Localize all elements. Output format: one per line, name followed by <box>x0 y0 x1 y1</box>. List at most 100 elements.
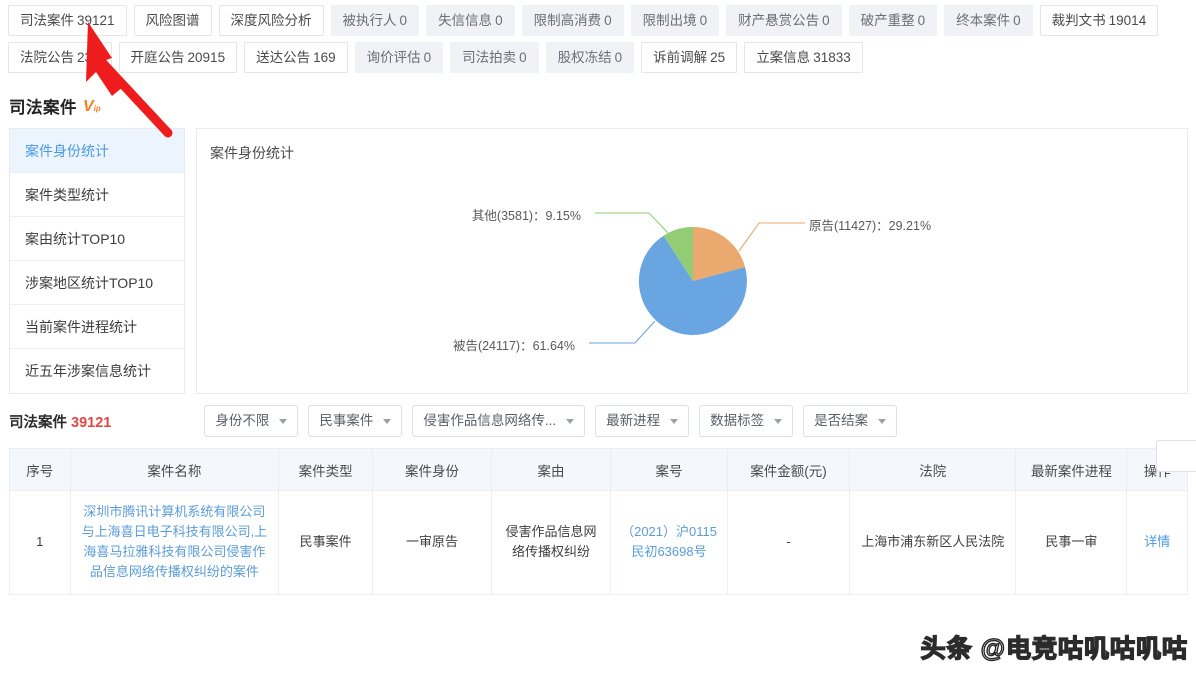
tab-tabs_row1-3[interactable]: 被执行人0 <box>331 5 420 36</box>
tab-label: 诉前调解 <box>653 50 707 65</box>
table-header-cell-4: 案由 <box>492 449 611 491</box>
tab-tabs_row2-2[interactable]: 送达公告169 <box>244 42 348 73</box>
filter-dropdown-label: 数据标签 <box>710 406 764 436</box>
stats-nav-item-3[interactable]: 涉案地区统计TOP10 <box>10 261 184 305</box>
filter-dropdown-5[interactable]: 是否结案 <box>803 405 897 437</box>
tab-tabs_row2-4[interactable]: 司法拍卖0 <box>450 42 539 73</box>
case-court: 上海市浦东新区人民法院 <box>861 534 1004 549</box>
page-title: 司法案件 <box>9 94 77 118</box>
tab-count: 0 <box>822 13 830 28</box>
tab-label: 开庭公告 <box>131 50 185 65</box>
case-number-link[interactable]: （2021）沪0115民初63698号 <box>621 524 717 559</box>
cell-case-identity: 一审原告 <box>373 491 492 595</box>
table-header-cell-6: 案件金额(元) <box>728 449 850 491</box>
cell-case-number-link[interactable]: （2021）沪0115民初63698号 <box>611 491 728 595</box>
tab-count: 25 <box>710 50 725 65</box>
tab-count: 0 <box>700 13 708 28</box>
vip-badge-icon: Vip <box>83 99 101 115</box>
tab-tabs_row2-3[interactable]: 询价评估0 <box>355 42 444 73</box>
tab-tabs_row2-1[interactable]: 开庭公告20915 <box>119 42 238 73</box>
page-root: 司法案件39121风险图谱深度风险分析被执行人0失信信息0限制高消费0限制出境0… <box>0 0 1196 673</box>
chevron-down-icon <box>279 419 287 424</box>
tab-tabs_row1-1[interactable]: 风险图谱 <box>134 5 212 36</box>
tab-count: 169 <box>313 50 336 65</box>
filter-dropdown-label: 身份不限 <box>215 406 269 436</box>
case-progress: 民事一审 <box>1045 534 1097 549</box>
case-identity: 一审原告 <box>406 534 458 549</box>
cell-case-progress: 民事一审 <box>1016 491 1127 595</box>
detail-link[interactable]: 详情 <box>1144 534 1170 549</box>
leader-line-other <box>595 213 668 233</box>
cell-row-index: 1 <box>10 491 71 595</box>
filter-dropdown-label: 最新进程 <box>606 406 660 436</box>
tab-tabs_row2-5[interactable]: 股权冻结0 <box>546 42 635 73</box>
tab-label: 限制出境 <box>643 13 697 28</box>
tab-count: 20915 <box>188 50 226 65</box>
tab-label: 终本案件 <box>956 13 1010 28</box>
tab-label: 立案信息 <box>756 50 810 65</box>
table-header-cell-1: 案件名称 <box>70 449 279 491</box>
chevron-down-icon <box>878 419 886 424</box>
tab-count: 233 <box>77 50 100 65</box>
tab-tabs_row1-10[interactable]: 裁判文书19014 <box>1040 5 1159 36</box>
chevron-down-icon <box>383 419 391 424</box>
tab-label: 风险图谱 <box>146 13 200 28</box>
tab-tabs_row1-6[interactable]: 限制出境0 <box>631 5 720 36</box>
tab-label: 破产重整 <box>861 13 915 28</box>
tab-tabs_row1-0[interactable]: 司法案件39121 <box>8 5 127 36</box>
cell-case-amount: - <box>728 491 850 595</box>
tab-tabs_row1-5[interactable]: 限制高消费0 <box>522 5 624 36</box>
tab-count: 0 <box>604 13 612 28</box>
tab-count: 31833 <box>813 50 851 65</box>
filter-dropdown-1[interactable]: 民事案件 <box>308 405 402 437</box>
tab-label: 深度风险分析 <box>231 13 312 28</box>
cell-case-court: 上海市浦东新区人民法院 <box>850 491 1016 595</box>
cell-case-name-link[interactable]: 深圳市腾讯计算机系统有限公司与上海喜日电子科技有限公司,上海喜马拉雅科技有限公司… <box>70 491 279 595</box>
case-table-container: 序号案件名称案件类型案件身份案由案号案件金额(元)法院最新案件进程操作 1深圳市… <box>0 448 1196 595</box>
tab-tabs_row1-9[interactable]: 终本案件0 <box>944 5 1033 36</box>
tab-tabs_row1-8[interactable]: 破产重整0 <box>849 5 938 36</box>
case-name-link[interactable]: 深圳市腾讯计算机系统有限公司与上海喜日电子科技有限公司,上海喜马拉雅科技有限公司… <box>82 504 268 579</box>
tab-tabs_row1-4[interactable]: 失信信息0 <box>426 5 515 36</box>
search-input-partial[interactable] <box>1156 440 1196 472</box>
tab-count: 19014 <box>1109 13 1147 28</box>
stats-nav-item-1[interactable]: 案件类型统计 <box>10 173 184 217</box>
case-table: 序号案件名称案件类型案件身份案由案号案件金额(元)法院最新案件进程操作 1深圳市… <box>9 448 1188 595</box>
stats-nav-item-4[interactable]: 当前案件进程统计 <box>10 305 184 349</box>
filter-dropdown-3[interactable]: 最新进程 <box>595 405 689 437</box>
section-header: 司法案件 Vip <box>0 78 1196 128</box>
statistics-section: 案件身份统计案件类型统计案由统计TOP10涉案地区统计TOP10当前案件进程统计… <box>9 128 1188 394</box>
pie-label-other: 其他(3581)：9.15% <box>472 205 581 224</box>
statistics-nav-list: 案件身份统计案件类型统计案由统计TOP10涉案地区统计TOP10当前案件进程统计… <box>9 128 185 394</box>
stats-nav-item-0[interactable]: 案件身份统计 <box>10 129 184 173</box>
filter-heading: 司法案件39121 <box>9 411 111 432</box>
filter-dropdown-0[interactable]: 身份不限 <box>204 405 298 437</box>
cell-detail-link[interactable]: 详情 <box>1127 491 1188 595</box>
tab-count: 0 <box>1013 13 1021 28</box>
tab-label: 司法案件 <box>20 13 74 28</box>
tab-tabs_row2-0[interactable]: 法院公告233 <box>8 42 112 73</box>
cell-case-cause: 侵害作品信息网络传播权纠纷 <box>492 491 611 595</box>
stats-nav-item-5[interactable]: 近五年涉案信息统计 <box>10 349 184 393</box>
pie-label-plaintiff: 原告(11427)：29.21% <box>809 215 931 234</box>
tab-label: 法院公告 <box>20 50 74 65</box>
filter-dropdown-4[interactable]: 数据标签 <box>699 405 793 437</box>
filter-dropdown-2[interactable]: 侵害作品信息网络传... <box>412 405 585 437</box>
pie-chart-svg <box>197 163 1187 378</box>
tab-label: 询价评估 <box>367 50 421 65</box>
case-type: 民事案件 <box>300 534 352 549</box>
leader-line-defendant <box>589 321 655 343</box>
case-amount: - <box>786 534 790 549</box>
tab-row-primary: 司法案件39121风险图谱深度风险分析被执行人0失信信息0限制高消费0限制出境0… <box>8 4 1188 37</box>
tab-tabs_row2-6[interactable]: 诉前调解25 <box>641 42 737 73</box>
tab-label: 送达公告 <box>256 50 310 65</box>
table-header-cell-5: 案号 <box>611 449 728 491</box>
filter-dropdown-label: 侵害作品信息网络传... <box>423 406 556 436</box>
tab-tabs_row1-2[interactable]: 深度风险分析 <box>219 5 324 36</box>
pie-label-defendant: 被告(24117)：61.64% <box>453 335 575 354</box>
pie-chart: 其他(3581)：9.15% 原告(11427)：29.21% 被告(24117… <box>197 163 1187 378</box>
tab-tabs_row1-7[interactable]: 财产悬赏公告0 <box>726 5 842 36</box>
stats-nav-item-2[interactable]: 案由统计TOP10 <box>10 217 184 261</box>
tab-label: 被执行人 <box>343 13 397 28</box>
tab-tabs_row2-7[interactable]: 立案信息31833 <box>744 42 863 73</box>
